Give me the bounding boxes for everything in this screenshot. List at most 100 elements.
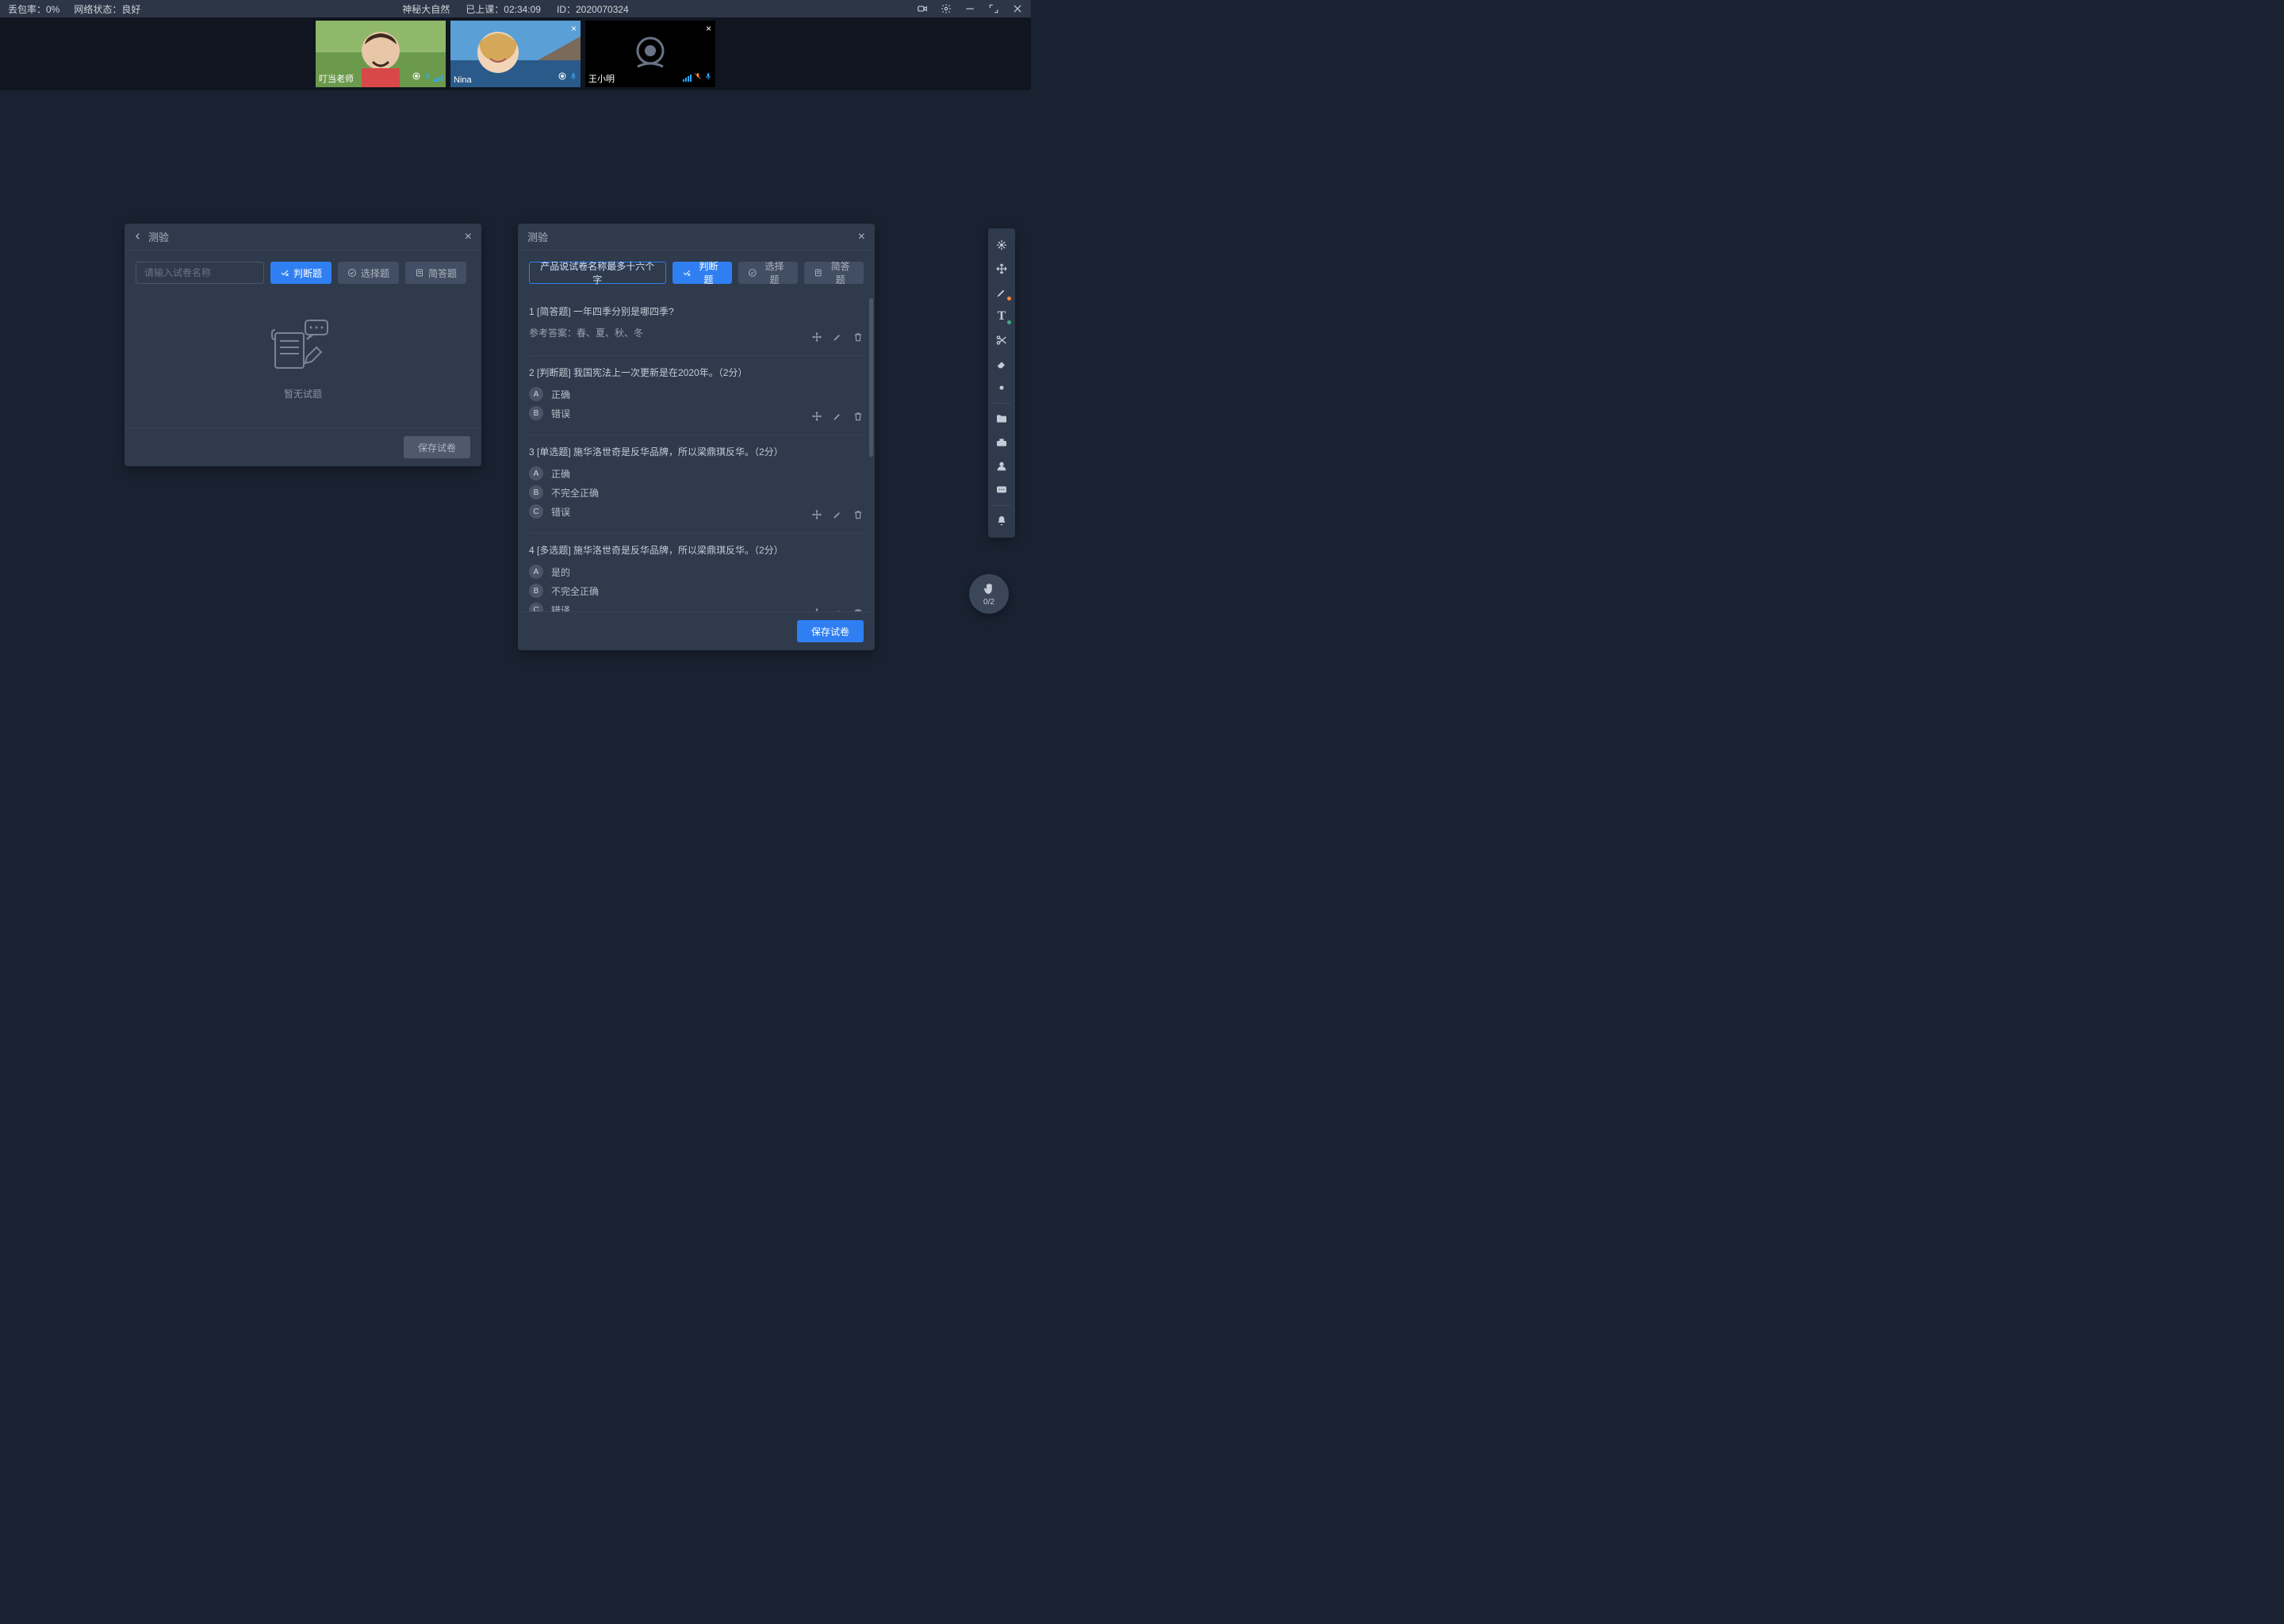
question-block: 2 [判断题] 我国宪法上一次更新是在2020年。（2分） A 正确 B 错误 <box>529 356 864 435</box>
network-status-label: 网络状态：良好 <box>74 2 140 16</box>
toolbox-tool[interactable] <box>988 431 1015 454</box>
panel-close-icon[interactable]: × <box>465 230 472 244</box>
target-icon <box>558 71 567 85</box>
move-icon[interactable] <box>811 411 822 422</box>
signal-bars-icon <box>683 74 692 82</box>
question-option[interactable]: B 不完全正确 <box>529 584 864 598</box>
panel-title: 测验 <box>527 229 548 244</box>
mic-icon <box>423 71 431 85</box>
pen-tool[interactable] <box>988 281 1015 304</box>
video-tile-teacher[interactable]: 叮当老师 <box>316 21 446 87</box>
minimize-icon[interactable] <box>964 3 975 14</box>
right-toolbar: T <box>988 228 1015 538</box>
empty-state: 暂无试题 <box>136 295 470 408</box>
maximize-icon[interactable] <box>988 3 999 14</box>
option-letter: C <box>529 603 543 611</box>
edit-icon[interactable] <box>832 607 843 611</box>
video-strip: 叮当老师 × Nina × 王小明 <box>0 17 1031 90</box>
btn-label: 判断题 <box>293 266 322 280</box>
option-text: 不完全正确 <box>551 486 599 500</box>
quiz-name-input[interactable] <box>136 262 264 284</box>
panel-title: 测验 <box>148 229 169 244</box>
edit-icon[interactable] <box>832 509 843 520</box>
settings-icon[interactable] <box>941 3 952 14</box>
video-name-label: 叮当老师 <box>319 72 354 85</box>
choice-question-button[interactable]: 选择题 <box>338 262 399 284</box>
raise-hand-button[interactable]: 0/2 <box>969 574 1009 614</box>
short-answer-button[interactable]: 简答题 <box>405 262 466 284</box>
signal-bars-icon <box>434 74 443 82</box>
btn-label: 选择题 <box>761 259 788 286</box>
session-id-label: ID：2020070324 <box>557 2 629 16</box>
edit-icon[interactable] <box>832 411 843 422</box>
pointer-tool[interactable] <box>988 233 1015 257</box>
move-icon[interactable] <box>811 509 822 520</box>
choice-question-button[interactable]: 选择题 <box>738 262 798 284</box>
move-tool[interactable] <box>988 257 1015 281</box>
question-option[interactable]: A 正确 <box>529 387 864 401</box>
judge-question-button[interactable]: 判断题 <box>270 262 331 284</box>
btn-label: 选择题 <box>361 266 389 280</box>
input-value: 产品说试卷名称最多十六个字 <box>538 259 657 286</box>
delete-icon[interactable] <box>853 331 864 343</box>
video-name-label: Nina <box>454 75 472 85</box>
short-answer-button[interactable]: 简答题 <box>804 262 864 284</box>
save-quiz-button[interactable]: 保存试卷 <box>404 436 470 458</box>
packet-loss-label: 丢包率：0% <box>8 2 59 16</box>
user-tool[interactable] <box>988 454 1015 478</box>
question-actions <box>811 509 864 520</box>
brightness-tool[interactable] <box>988 376 1015 400</box>
back-icon[interactable] <box>134 231 142 243</box>
video-tile-student[interactable]: × 王小明 <box>585 21 715 87</box>
quiz-panel-questions: 测验 × 产品说试卷名称最多十六个字 判断题 选择题 简答题 1 [简答题] 一… <box>518 224 875 650</box>
question-option[interactable]: A 正确 <box>529 466 864 481</box>
video-name-label: 王小明 <box>588 72 615 85</box>
option-text: 正确 <box>551 388 570 401</box>
video-tile-student[interactable]: × Nina <box>450 21 581 87</box>
btn-label: 判断题 <box>695 259 722 286</box>
question-actions <box>811 331 864 343</box>
mic-icon <box>569 71 577 85</box>
option-letter: A <box>529 565 543 579</box>
hand-count-label: 0/2 <box>983 598 994 607</box>
question-block: 4 [多选题] 施华洛世奇是反华品牌，所以梁鼎琪反华。（2分） A 是的 B 不… <box>529 534 864 611</box>
option-letter: C <box>529 504 543 519</box>
video-close-icon[interactable]: × <box>706 23 711 34</box>
option-letter: B <box>529 406 543 420</box>
question-title: 2 [判断题] 我国宪法上一次更新是在2020年。（2分） <box>529 366 864 379</box>
save-quiz-button[interactable]: 保存试卷 <box>797 620 864 642</box>
text-tool[interactable]: T <box>988 304 1015 328</box>
scissors-tool[interactable] <box>988 328 1015 352</box>
chat-tool[interactable] <box>988 478 1015 502</box>
option-text: 错误 <box>551 407 570 420</box>
target-icon <box>412 71 421 85</box>
eraser-tool[interactable] <box>988 352 1015 376</box>
delete-icon[interactable] <box>853 411 864 422</box>
question-title: 3 [单选题] 施华洛世奇是反华品牌，所以梁鼎琪反华。（2分） <box>529 445 864 458</box>
scrollbar[interactable] <box>869 298 873 457</box>
delete-icon[interactable] <box>853 509 864 520</box>
folder-tool[interactable] <box>988 407 1015 431</box>
option-text: 错误 <box>551 505 570 519</box>
btn-label: 简答题 <box>826 259 854 286</box>
question-option[interactable]: B 不完全正确 <box>529 485 864 500</box>
class-name-label: 神秘大自然 <box>402 2 450 16</box>
camera-icon[interactable] <box>917 3 928 14</box>
question-actions <box>811 607 864 611</box>
question-title: 4 [多选题] 施华洛世奇是反华品牌，所以梁鼎琪反华。（2分） <box>529 543 864 557</box>
edit-icon[interactable] <box>832 331 843 343</box>
video-close-icon[interactable]: × <box>571 23 577 34</box>
close-icon[interactable] <box>1012 3 1023 14</box>
quiz-title-input[interactable]: 产品说试卷名称最多十六个字 <box>529 262 666 284</box>
option-letter: B <box>529 485 543 500</box>
move-icon[interactable] <box>811 331 822 343</box>
option-text: 错译 <box>551 603 570 612</box>
elapsed-label: 已上课：02:34:09 <box>466 2 541 16</box>
bell-tool[interactable] <box>988 509 1015 533</box>
option-text: 是的 <box>551 565 570 579</box>
panel-close-icon[interactable]: × <box>858 230 865 244</box>
judge-question-button[interactable]: 判断题 <box>673 262 732 284</box>
question-option[interactable]: A 是的 <box>529 565 864 579</box>
delete-icon[interactable] <box>853 607 864 611</box>
move-icon[interactable] <box>811 607 822 611</box>
